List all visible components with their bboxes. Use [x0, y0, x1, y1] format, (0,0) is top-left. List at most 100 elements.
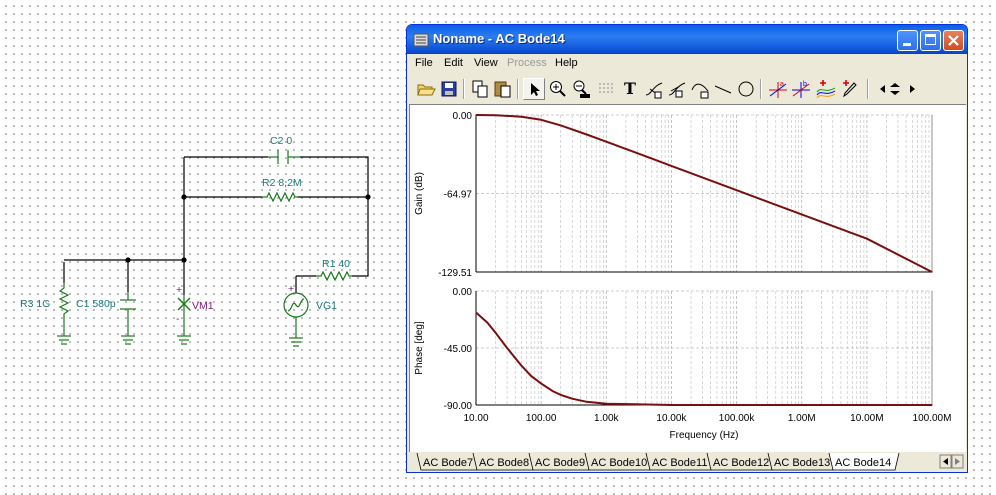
- arrow-nav-buttons[interactable]: [875, 78, 923, 100]
- plot-area[interactable]: 0.00 -64.97 -129.51 Gain (dB) 0.00 -45.00 -90.…: [409, 104, 966, 452]
- y-tick-label: -64.97: [444, 190, 473, 201]
- data-point: [495, 332, 497, 334]
- paste-icon: [494, 81, 511, 98]
- maximize-icon: [925, 34, 936, 45]
- circle-tool-button[interactable]: [735, 78, 757, 100]
- toolbar: T a b: [407, 75, 967, 103]
- bode-plot-window[interactable]: Noname - AC Bode14 File Edit View Proces…: [406, 24, 968, 473]
- x-axis-label: Frequency (Hz): [670, 430, 739, 441]
- curve-label-2-button[interactable]: [666, 78, 688, 100]
- voltmeter-vm1[interactable]: + - VM1: [176, 284, 214, 330]
- tab-label: AC Bode12: [713, 457, 769, 469]
- tab-scroll-buttons[interactable]: [939, 454, 964, 469]
- open-button[interactable]: [415, 78, 437, 100]
- data-point: [866, 238, 868, 240]
- menu-help[interactable]: Help: [555, 57, 578, 69]
- resistor-r3[interactable]: R3 1G: [20, 283, 70, 318]
- curve-label-1-button[interactable]: [643, 78, 665, 100]
- save-button[interactable]: [438, 78, 460, 100]
- ground-c1: [121, 330, 135, 345]
- line-tool-button[interactable]: [712, 78, 734, 100]
- menu-file[interactable]: File: [415, 57, 433, 69]
- curves-plus-icon: [816, 80, 836, 99]
- data-point: [560, 394, 562, 396]
- floppy-disk-icon: [441, 81, 457, 97]
- resistor-r2[interactable]: R2 8,2M: [262, 177, 302, 203]
- r2-label: R2 8,2M: [262, 177, 302, 189]
- x-tick-label: 10.00k: [656, 413, 687, 424]
- data-point: [801, 213, 803, 216]
- app-icon: [413, 33, 429, 47]
- zoom-100-button[interactable]: [570, 78, 592, 100]
- color-picker-button[interactable]: [839, 78, 861, 100]
- data-point: [475, 311, 477, 314]
- data-point: [586, 401, 588, 403]
- signal-generator-vg1[interactable]: + VG1: [283, 283, 337, 332]
- data-point: [520, 365, 523, 367]
- minimize-button[interactable]: [897, 30, 918, 51]
- zoom-in-button[interactable]: [547, 78, 569, 100]
- tab-label: AC Bode13: [774, 457, 830, 469]
- tab-ac-bode8[interactable]: AC Bode8: [472, 452, 538, 471]
- tab-ac-bode12[interactable]: AC Bode12: [706, 452, 777, 471]
- zoom-in-icon: [550, 81, 566, 97]
- menu-view[interactable]: View: [474, 57, 498, 69]
- tab-label: AC Bode11: [652, 457, 707, 469]
- title-bar[interactable]: Noname - AC Bode14: [407, 25, 967, 54]
- x-tick-label: 1.00M: [788, 413, 816, 424]
- bode-plot[interactable]: 0.00 -64.97 -129.51 Gain (dB) 0.00 -45.00 -90.…: [410, 105, 966, 452]
- vg1-label: VG1: [316, 300, 337, 312]
- vg1-plus: +: [288, 283, 294, 295]
- ground-symbols: [57, 318, 303, 347]
- menu-edit[interactable]: Edit: [444, 57, 463, 69]
- x-tick-label: 10.00M: [850, 413, 883, 424]
- ground-vm1: [177, 330, 191, 345]
- text-tool-icon: T: [624, 79, 636, 98]
- zoom-out-icon: [573, 80, 590, 98]
- tab-label: AC Bode8: [479, 457, 529, 469]
- tab-ac-bode7[interactable]: AC Bode7: [416, 452, 482, 471]
- c1-label: C1 580p: [76, 298, 116, 310]
- select-arrow-button[interactable]: [523, 78, 545, 100]
- add-curve-button[interactable]: [815, 78, 837, 100]
- tab-label: AC Bode14: [835, 457, 891, 469]
- tab-ac-bode11[interactable]: AC Bode11: [645, 452, 716, 471]
- x-tick-label: 1.00k: [594, 413, 619, 424]
- data-point: [670, 404, 673, 406]
- grid-button[interactable]: [595, 78, 617, 100]
- tab-ac-bode13[interactable]: AC Bode13: [767, 452, 838, 471]
- capacitor-c2[interactable]: C2 0: [268, 135, 300, 164]
- resistor-r1[interactable]: R1 40: [316, 258, 352, 282]
- data-point: [540, 119, 542, 121]
- tab-bar: AC Bode7 AC Bode8 AC Bode9 AC Bode10 AC Bode…: [409, 452, 965, 471]
- window-title: Noname - AC Bode14: [433, 31, 565, 46]
- y-tick-label: -129.51: [438, 268, 472, 279]
- text-tool-button[interactable]: T: [620, 78, 642, 100]
- grid-dots-icon: [599, 83, 613, 93]
- copy-button[interactable]: [469, 78, 491, 100]
- paste-button[interactable]: [492, 78, 514, 100]
- data-point: [475, 114, 477, 116]
- tab-ac-bode10[interactable]: AC Bode10: [584, 452, 655, 471]
- data-point: [651, 158, 653, 160]
- menu-process[interactable]: Process: [507, 57, 547, 69]
- data-point: [670, 165, 673, 167]
- cursor-a-button[interactable]: a: [767, 78, 789, 100]
- cursor-b-button[interactable]: b: [790, 78, 812, 100]
- curve-label-3-button[interactable]: [689, 78, 711, 100]
- close-button[interactable]: [943, 30, 964, 51]
- line-icon: [714, 85, 732, 94]
- ground-vg1: [289, 332, 303, 347]
- maximize-button[interactable]: [920, 30, 941, 51]
- tab-ac-bode9[interactable]: AC Bode9: [528, 452, 594, 471]
- y-tick-label: 0.00: [453, 111, 473, 122]
- data-point: [560, 124, 562, 127]
- capacitor-c1[interactable]: C1 580p: [76, 292, 136, 330]
- data-point: [735, 189, 738, 191]
- tab-ac-bode14[interactable]: AC Bode14: [828, 452, 900, 471]
- circuit-schematic[interactable]: C2 0 R2 8,2M R1 40 R3 1G C1 580p + - VM1…: [0, 0, 406, 495]
- toolbar-separator: [867, 79, 869, 99]
- y-tick-label: -45.00: [444, 344, 473, 355]
- y-tick-label: -90.00: [444, 401, 473, 412]
- data-point: [486, 322, 489, 324]
